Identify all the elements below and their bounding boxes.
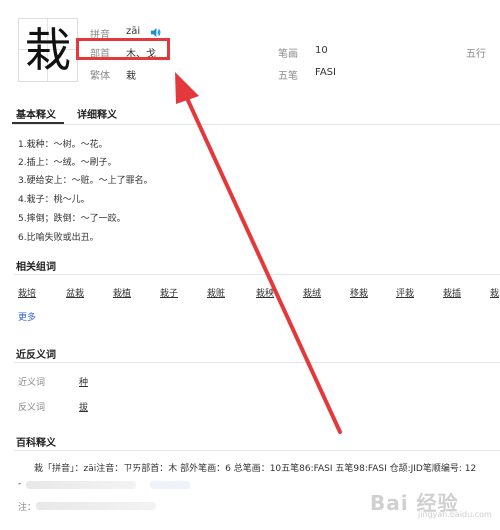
annotation-arrow-icon <box>175 72 342 434</box>
watermark-url: jingyan.baidu.com <box>418 510 492 519</box>
